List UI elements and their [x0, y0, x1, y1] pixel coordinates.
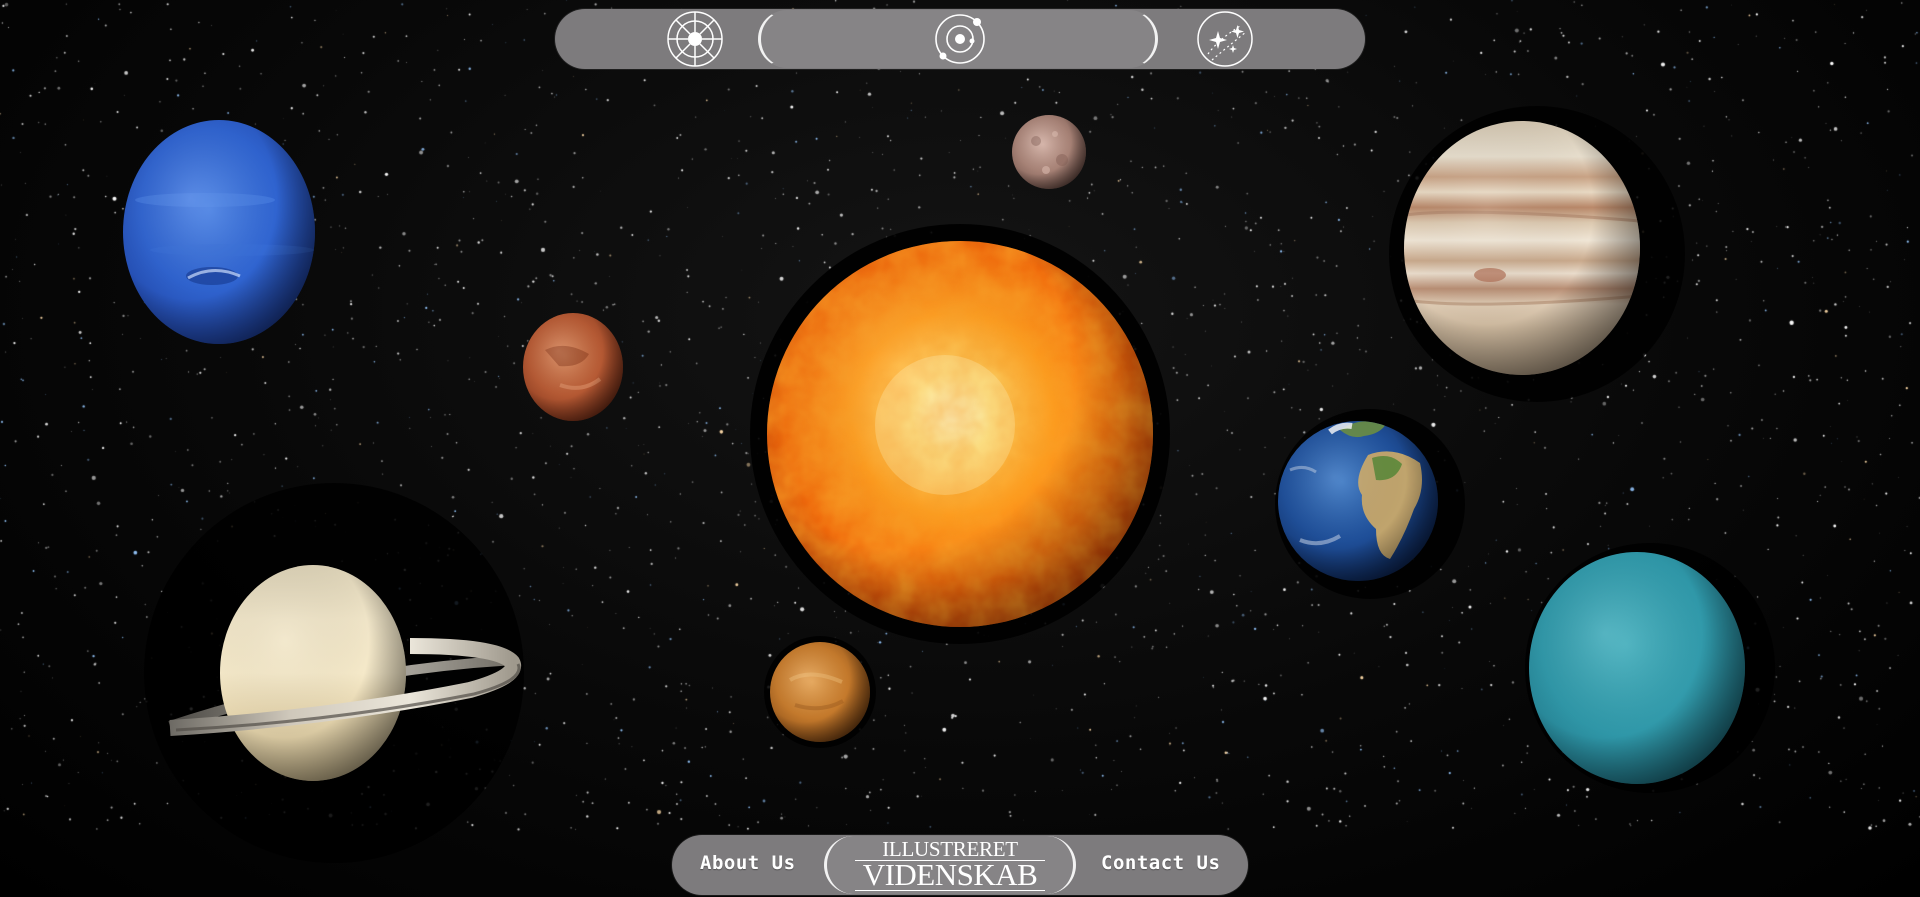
planet-uranus[interactable] — [1529, 552, 1745, 784]
planet-neptune[interactable] — [123, 120, 315, 344]
planet-earth[interactable] — [1278, 421, 1438, 581]
top-navigation-bar — [555, 9, 1365, 69]
solar-system-view — [123, 106, 1775, 863]
planet-mars[interactable] — [523, 313, 623, 421]
logo-wordmark-bottom: VIDENSKAB — [862, 857, 1038, 892]
logo-underline — [855, 890, 1045, 891]
sun-dial-icon[interactable] — [666, 10, 724, 68]
brand-logo-button[interactable]: ILLUSTRERET VIDENSKAB — [824, 836, 1076, 894]
bottom-navigation-bar: About Us ILLUSTRERET VIDENSKAB Contact U… — [672, 835, 1248, 895]
planet-mercury[interactable] — [1012, 115, 1086, 189]
about-us-link[interactable]: About Us — [700, 852, 796, 874]
logo-wordmark-top: ILLUSTRERET — [882, 837, 1018, 861]
sun[interactable] — [767, 241, 1153, 627]
solar-system-orbit-icon[interactable] — [931, 10, 989, 68]
planet-venus[interactable] — [770, 642, 870, 742]
contact-us-link[interactable]: Contact Us — [1101, 852, 1220, 874]
space-background: About Us ILLUSTRERET VIDENSKAB Contact U… — [0, 0, 1920, 897]
galaxy-sparkle-icon[interactable] — [1196, 10, 1254, 68]
planet-jupiter[interactable] — [1404, 121, 1640, 375]
